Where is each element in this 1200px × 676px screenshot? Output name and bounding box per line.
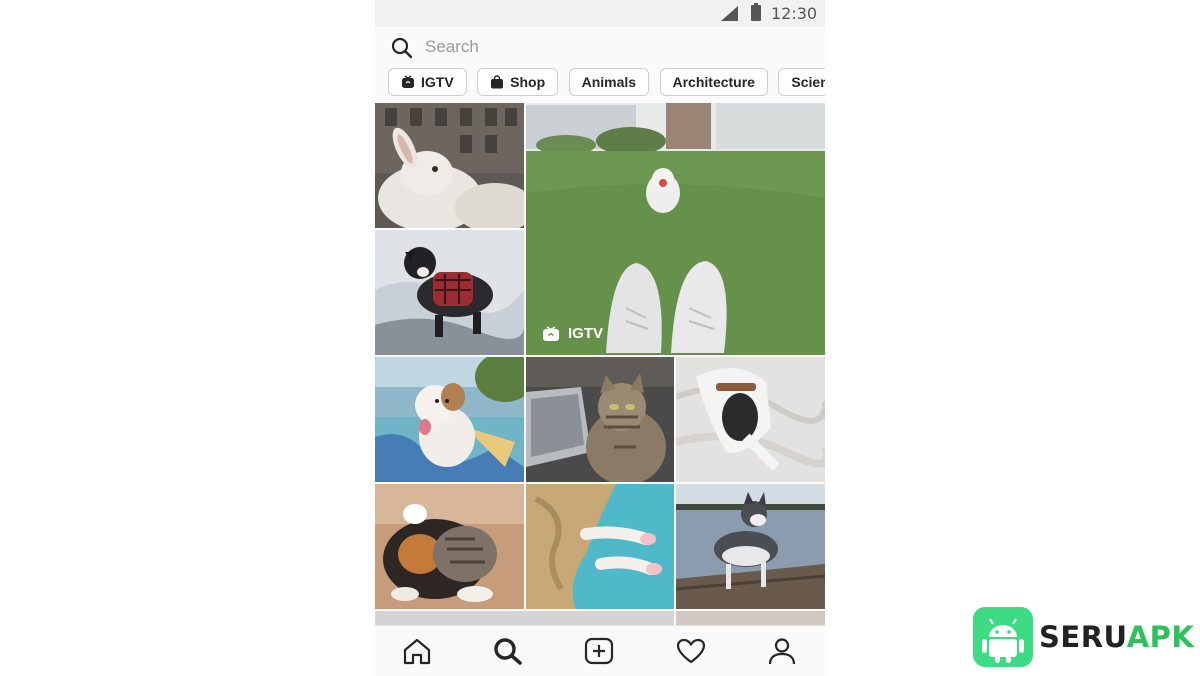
igtv-badge-label: IGTV: [568, 325, 604, 342]
signal-icon: [721, 6, 738, 21]
igtv-icon: [402, 75, 414, 88]
search-icon: [391, 37, 413, 59]
dog-blanket-photo: [676, 357, 825, 482]
husky-photo: [676, 484, 825, 609]
chip-label: Architecture: [672, 74, 755, 90]
grid-tile-pitbull[interactable]: [375, 357, 524, 482]
phone-screen: 12:30 IGTV Shop Animals A: [375, 0, 825, 676]
grid-tile-dog-snow[interactable]: [375, 230, 524, 355]
chip-shop[interactable]: Shop: [477, 68, 559, 96]
android-logo-icon: [973, 607, 1033, 667]
nav-add-button[interactable]: [582, 636, 616, 666]
bottom-nav: [375, 625, 825, 676]
chip-label: Animals: [581, 74, 637, 90]
search-bar[interactable]: [375, 27, 825, 67]
watermark-part1: SERU: [1039, 620, 1127, 654]
rabbit-photo: [375, 103, 524, 228]
chip-label: Science &: [791, 74, 825, 90]
nav-search-button[interactable]: [491, 636, 525, 666]
dog-park-photo: [526, 103, 825, 355]
cats-cuddling-photo: [375, 484, 524, 609]
grid-tile-rabbit[interactable]: [375, 103, 524, 228]
nav-activity-button[interactable]: [674, 636, 708, 666]
grid-tile-partial[interactable]: [676, 611, 825, 625]
dog-snow-photo: [375, 230, 524, 355]
search-input[interactable]: [425, 33, 805, 61]
tabby-cat-photo: [526, 357, 674, 482]
watermark-part2: APK: [1126, 620, 1195, 654]
home-icon: [403, 638, 431, 665]
chip-science[interactable]: Science &: [778, 68, 825, 96]
heart-icon: [676, 638, 706, 664]
grid-tile-partial[interactable]: [375, 611, 674, 625]
grid-tile-cats-cuddling[interactable]: [375, 484, 524, 609]
nav-home-button[interactable]: [400, 636, 434, 666]
chip-igtv[interactable]: IGTV: [388, 68, 467, 96]
pitbull-photo: [375, 357, 524, 482]
grid-tile-cat-paws[interactable]: [526, 484, 674, 609]
profile-icon: [768, 638, 796, 665]
explore-grid: IGTV: [375, 103, 825, 625]
seruapk-watermark: SERUAPK: [973, 607, 1194, 667]
chip-architecture[interactable]: Architecture: [659, 68, 768, 96]
chip-label: IGTV: [421, 74, 454, 90]
cat-paws-photo: [526, 484, 674, 609]
status-bar: 12:30: [375, 0, 825, 27]
igtv-icon: [543, 325, 559, 341]
add-post-icon: [584, 637, 614, 665]
chip-animals[interactable]: Animals: [568, 68, 650, 96]
grid-tile-dog-park[interactable]: IGTV: [526, 103, 825, 355]
status-time: 12:30: [771, 4, 818, 23]
shop-bag-icon: [491, 75, 504, 89]
topic-chips: IGTV Shop Animals Architecture Science &: [388, 68, 825, 96]
grid-tile-husky[interactable]: [676, 484, 825, 609]
search-icon: [494, 638, 522, 665]
watermark-text: SERUAPK: [1039, 620, 1194, 654]
chip-label: Shop: [510, 74, 546, 90]
grid-tile-dog-blanket[interactable]: [676, 357, 825, 482]
nav-profile-button[interactable]: [765, 636, 799, 666]
battery-icon: [751, 3, 761, 21]
grid-tile-tabby-cat[interactable]: [526, 357, 674, 482]
igtv-badge: IGTV: [542, 325, 603, 342]
